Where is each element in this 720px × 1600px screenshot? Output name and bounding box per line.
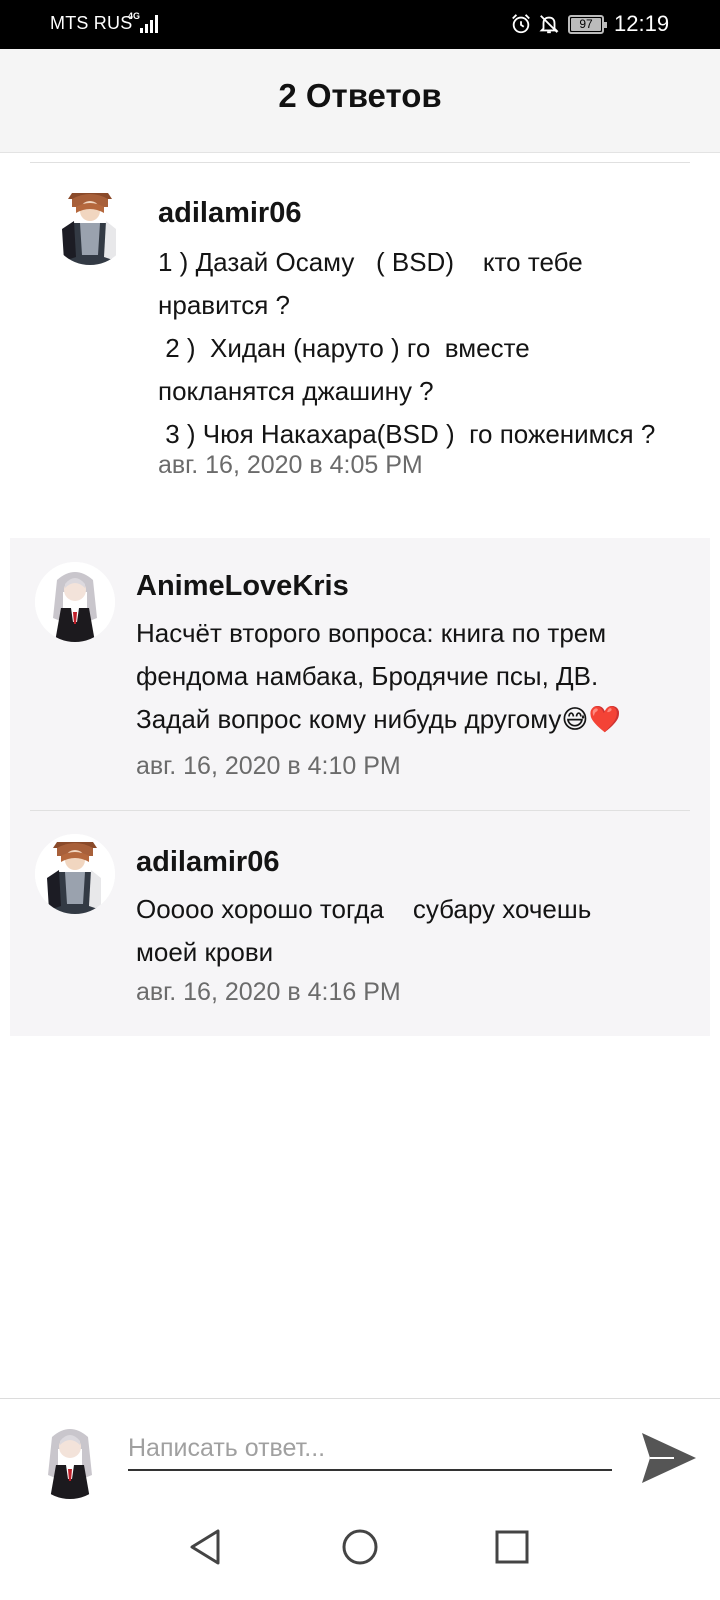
back-icon[interactable] (184, 1525, 228, 1569)
reply-username[interactable]: AnimeLoveKris (136, 570, 349, 603)
carrier-label: MTS RUS (50, 13, 133, 33)
avatar[interactable] (50, 185, 130, 265)
system-nav-bar (0, 1500, 720, 1600)
battery-icon: 97 (568, 15, 607, 34)
reply-timestamp: авг. 16, 2020 в 4:16 PM (136, 978, 401, 1006)
app-header: 2 Ответов (0, 49, 720, 153)
reply-text: Насчёт второго вопроса: книга по трем фе… (136, 618, 621, 734)
recents-icon[interactable] (490, 1525, 534, 1569)
reply-item[interactable]: AnimeLoveKris Насчёт второго вопроса: кн… (10, 538, 710, 810)
reply-username[interactable]: adilamir06 (136, 846, 279, 879)
comment-timestamp: авг. 16, 2020 в 4:05 PM (158, 451, 423, 479)
reply-input[interactable] (128, 1427, 612, 1471)
avatar[interactable] (35, 834, 115, 914)
reply-item[interactable]: adilamir06 Ооооо хорошо тогда субару хоч… (10, 810, 710, 1036)
reply-timestamp: авг. 16, 2020 в 4:10 PM (136, 752, 401, 780)
alarm-icon (512, 14, 530, 34)
page-title: 2 Ответов (278, 77, 442, 114)
comment-item[interactable]: adilamir06 1 ) Дазай Осаму ( BSD) кто те… (0, 163, 720, 538)
battery-level: 97 (579, 17, 593, 31)
send-icon[interactable] (640, 1429, 698, 1487)
avatar[interactable] (30, 1419, 110, 1499)
bell-off-icon (539, 15, 559, 34)
clock: 12:19 (614, 11, 670, 36)
home-icon[interactable] (338, 1525, 382, 1569)
reply-composer (0, 1398, 720, 1500)
avatar[interactable] (35, 562, 115, 642)
signal-icon (138, 13, 160, 33)
comment-username[interactable]: adilamir06 (158, 197, 301, 230)
status-bar: MTS RUS 4G 97 12:19 (0, 0, 720, 49)
comment-text: 1 ) Дазай Осаму ( BSD) кто тебе нравится… (158, 247, 656, 449)
divider (30, 810, 690, 811)
reply-text: Ооооо хорошо тогда субару хочешь моей кр… (136, 894, 592, 967)
